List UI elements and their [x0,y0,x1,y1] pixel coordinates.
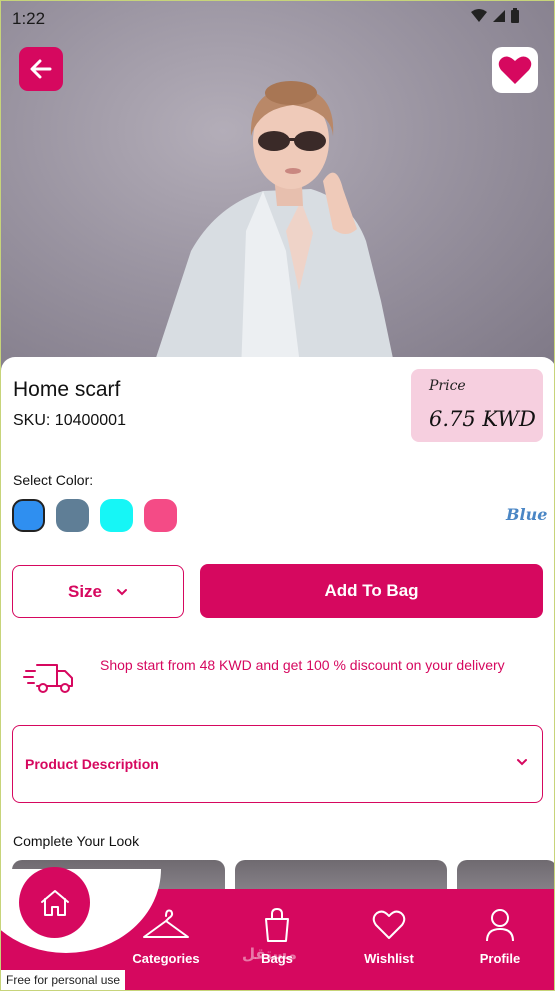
nav-label-wishlist: Wishlist [364,951,414,966]
size-label: Size [67,581,103,601]
arrow-left-icon [30,59,52,79]
battery-icon [511,8,519,23]
back-button[interactable] [19,47,63,91]
chevron-down-icon [117,588,128,595]
status-bar: 1:22 [1,1,554,35]
hanger-icon [143,909,189,938]
bag-icon [265,908,289,942]
nav-home-button[interactable] [19,867,90,938]
color-swatch-slate[interactable] [56,499,89,532]
color-swatch-blue[interactable] [12,499,45,532]
price-value: 6.75 KWD [429,407,536,431]
person-icon [486,909,514,942]
heart-outline-icon [372,910,406,939]
nav-item-profile[interactable]: Profile [450,907,550,966]
product-description-dropdown[interactable]: Product Description [12,725,543,803]
model-illustration [151,81,396,373]
promo-message: Shop start from 48 KWD and get 100 % dis… [100,657,505,673]
selected-color-name: Blue [506,505,548,524]
footer-note: Free for personal use [1,970,126,990]
wifi-icon [471,9,487,22]
nav-item-categories[interactable]: Categories [116,907,216,966]
product-sku: SKU: 10400001 [13,412,126,429]
product-description-label: Product Description [25,756,159,772]
nav-label-profile: Profile [479,951,521,966]
color-swatch-pink[interactable] [144,499,177,532]
select-color-label: Select Color: [13,472,94,488]
app-frame: 1:22 Home scarf SKU: 10400001 Price 6.75… [0,0,555,991]
watermark: مستقل [242,946,297,963]
price-label: Price [429,378,466,394]
complete-look-title: Complete Your Look [13,833,140,849]
nav-label-categories: Categories [132,951,200,966]
heart-icon [498,56,532,84]
home-icon [40,889,69,916]
add-to-bag-label: Add To Bag [324,581,419,600]
delivery-truck-icon [23,664,73,693]
add-to-bag-button[interactable]: Add To Bag [200,564,543,618]
color-swatch-cyan[interactable] [100,499,133,532]
signal-icon [493,10,505,22]
status-icons [470,8,520,24]
price-box: Price 6.75 KWD [411,369,543,442]
color-swatches [12,499,177,532]
chevron-down-icon [517,759,527,766]
status-time: 1:22 [12,9,46,28]
favorite-button[interactable] [492,47,538,93]
nav-item-wishlist[interactable]: Wishlist [339,907,439,966]
product-hero-image: 1:22 [1,1,554,373]
size-dropdown[interactable]: Size [12,565,184,618]
product-title: Home scarf [13,378,121,401]
